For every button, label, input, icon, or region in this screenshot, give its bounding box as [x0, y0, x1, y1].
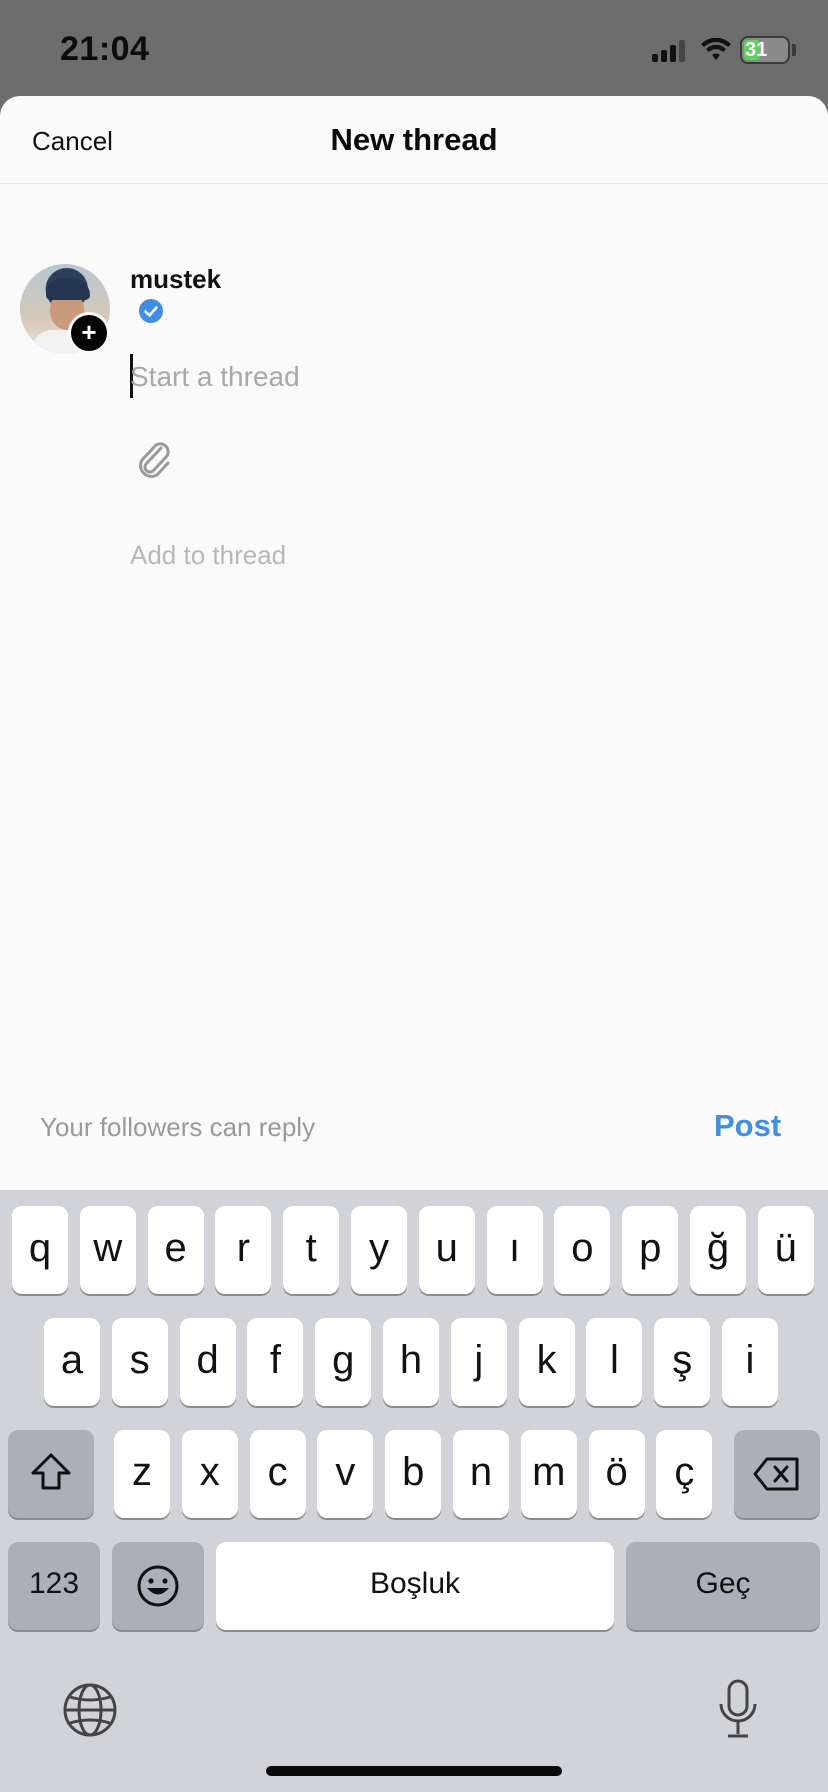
- home-indicator[interactable]: [266, 1766, 562, 1776]
- key-e[interactable]: e: [147, 1206, 204, 1294]
- backspace-icon: [753, 1457, 799, 1491]
- attachment-icon[interactable]: [134, 436, 174, 480]
- return-key[interactable]: Geç: [626, 1542, 820, 1630]
- status-bar: 21:04 31: [0, 0, 828, 96]
- key-c[interactable]: c: [249, 1430, 306, 1518]
- key-b[interactable]: b: [385, 1430, 442, 1518]
- battery-icon: 31: [740, 36, 790, 64]
- key-k[interactable]: k: [518, 1318, 575, 1406]
- key-m[interactable]: m: [520, 1430, 577, 1518]
- wifi-icon: [701, 38, 731, 60]
- battery-cap: [792, 44, 796, 56]
- key-y[interactable]: y: [351, 1206, 407, 1294]
- key-t[interactable]: t: [283, 1206, 340, 1294]
- key-w[interactable]: w: [79, 1206, 136, 1294]
- battery-level: 31: [745, 39, 768, 61]
- verified-badge-icon: [139, 299, 163, 323]
- shift-icon: [31, 1453, 71, 1490]
- key-z[interactable]: z: [114, 1430, 170, 1518]
- key-g[interactable]: g: [315, 1318, 372, 1406]
- thread-text-input[interactable]: [130, 356, 730, 398]
- sheet-header: Cancel New thread: [0, 96, 828, 184]
- microphone-icon[interactable]: [714, 1678, 762, 1740]
- key-r[interactable]: r: [215, 1206, 272, 1294]
- key-n[interactable]: n: [453, 1430, 509, 1518]
- key-d[interactable]: d: [179, 1318, 236, 1406]
- add-thread-plus-button[interactable]: +: [68, 312, 110, 354]
- key-ö[interactable]: ö: [588, 1430, 645, 1518]
- key-p[interactable]: p: [622, 1206, 679, 1294]
- numbers-key[interactable]: 123: [8, 1542, 100, 1630]
- key-ü[interactable]: ü: [757, 1206, 814, 1294]
- key-s[interactable]: s: [111, 1318, 168, 1406]
- globe-icon[interactable]: [62, 1682, 118, 1738]
- key-o[interactable]: o: [554, 1206, 611, 1294]
- key-ğ[interactable]: ğ: [690, 1206, 746, 1294]
- key-u[interactable]: u: [418, 1206, 475, 1294]
- key-f[interactable]: f: [247, 1318, 304, 1406]
- page-title: New thread: [330, 122, 498, 157]
- delete-key[interactable]: [734, 1430, 820, 1518]
- key-l[interactable]: l: [586, 1318, 643, 1406]
- space-key[interactable]: Boşluk: [216, 1542, 614, 1630]
- key-j[interactable]: j: [450, 1318, 507, 1406]
- key-q[interactable]: q: [12, 1206, 68, 1294]
- cellular-signal-icon: [652, 40, 688, 62]
- key-a[interactable]: a: [44, 1318, 100, 1406]
- shift-key[interactable]: [8, 1430, 94, 1518]
- key-i[interactable]: i: [722, 1318, 778, 1406]
- key-v[interactable]: v: [317, 1430, 374, 1518]
- emoji-icon: [137, 1565, 179, 1607]
- key-ş[interactable]: ş: [654, 1318, 711, 1406]
- emoji-key[interactable]: [112, 1542, 204, 1630]
- key-x[interactable]: x: [181, 1430, 238, 1518]
- status-time: 21:04: [60, 30, 150, 68]
- username: mustek: [130, 264, 222, 294]
- key-ç[interactable]: ç: [656, 1430, 713, 1518]
- key-h[interactable]: h: [383, 1318, 439, 1406]
- add-to-thread-button[interactable]: Add to thread: [130, 540, 286, 571]
- reply-permission-setting[interactable]: Your followers can reply: [40, 1112, 315, 1143]
- post-button[interactable]: Post: [714, 1108, 781, 1144]
- key-ı[interactable]: ı: [486, 1206, 543, 1294]
- cancel-button[interactable]: Cancel: [32, 126, 113, 157]
- new-thread-sheet: Cancel New thread + mustek Add to thread…: [0, 96, 828, 1190]
